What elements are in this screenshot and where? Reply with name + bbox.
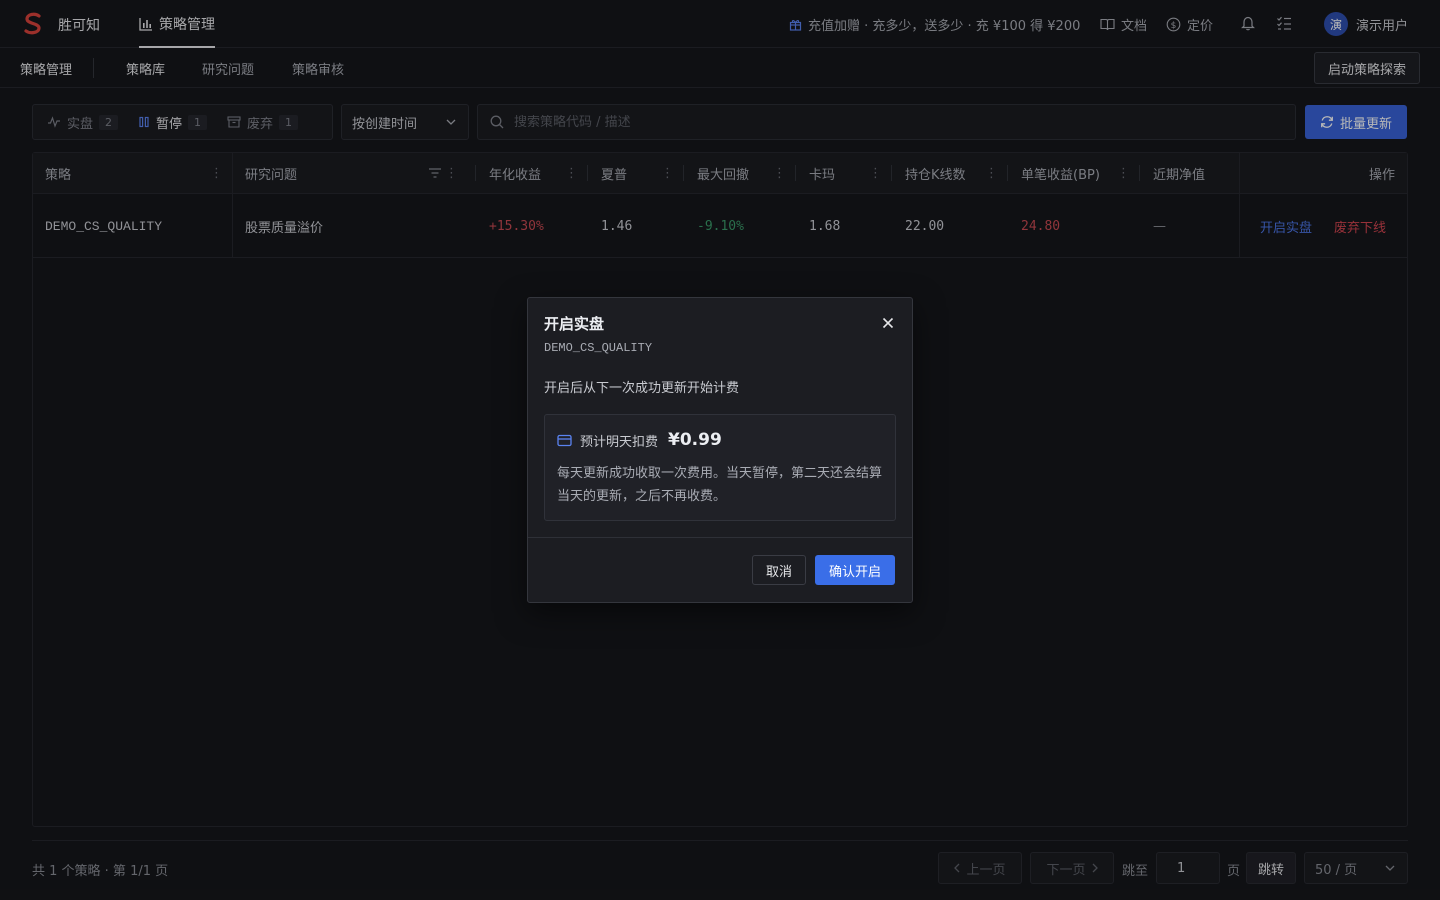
close-icon[interactable] xyxy=(879,314,897,332)
dialog-strategy-code: DEMO_CS_QUALITY xyxy=(544,341,653,355)
start-live-dialog: 开启实盘 DEMO_CS_QUALITY 开启后从下一次成功更新开始计费 预计明… xyxy=(527,297,913,603)
confirm-start-button[interactable]: 确认开启 xyxy=(815,555,895,585)
fee-info-box: 预计明天扣费 ¥0.99 每天更新成功收取一次费用。当天暂停，第二天还会结算当天… xyxy=(544,414,896,521)
fee-row: 预计明天扣费 ¥0.99 xyxy=(557,430,722,450)
fee-note: 每天更新成功收取一次费用。当天暂停，第二天还会结算当天的更新，之后不再收费。 xyxy=(557,466,883,504)
divider xyxy=(528,537,912,538)
dialog-title: 开启实盘 xyxy=(544,315,605,333)
fee-label: 预计明天扣费 xyxy=(580,434,659,450)
wallet-icon xyxy=(557,434,572,446)
dialog-description: 开启后从下一次成功更新开始计费 xyxy=(544,381,740,396)
fee-value: ¥0.99 xyxy=(668,430,722,450)
cancel-button[interactable]: 取消 xyxy=(752,555,806,585)
